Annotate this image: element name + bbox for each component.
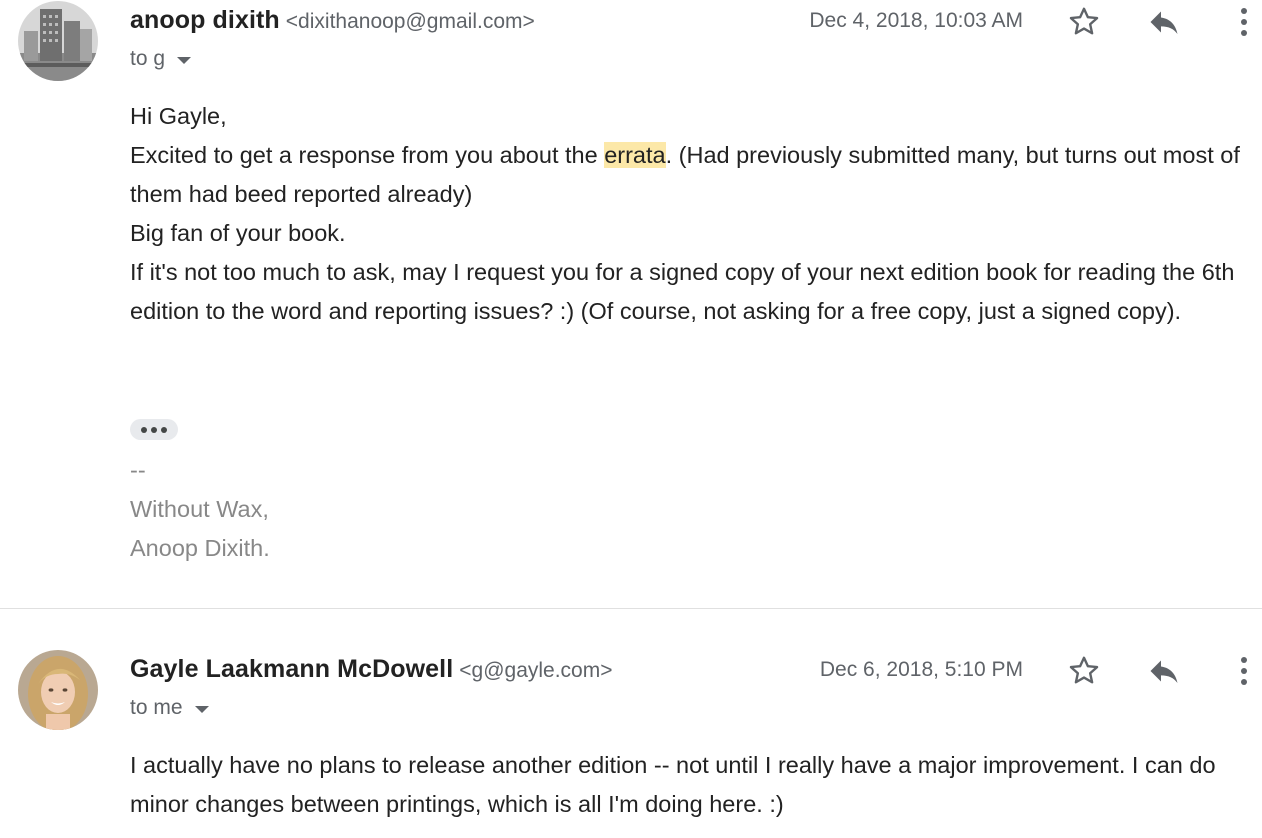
message-date[interactable]: Dec 6, 2018, 5:10 PM xyxy=(820,658,1023,682)
search-highlight: errata xyxy=(604,142,666,168)
recipient-label: to me xyxy=(130,696,183,719)
star-button[interactable] xyxy=(1062,649,1106,693)
recipient-label: to g xyxy=(130,47,166,70)
body-paragraph: Excited to get a response from you about… xyxy=(130,136,1250,214)
body-line: I actually have no plans to release anot… xyxy=(130,752,1216,817)
body-greeting: Hi Gayle, xyxy=(130,103,227,129)
body-line: Big fan of your book. xyxy=(130,220,346,246)
more-vertical-icon xyxy=(1241,657,1247,685)
reply-button[interactable] xyxy=(1142,649,1186,693)
signature-line: Anoop Dixith. xyxy=(130,535,270,561)
signature-line: Without Wax, xyxy=(130,496,269,522)
star-icon xyxy=(1069,7,1099,35)
sender-line: anoop dixith <dixithanoop@gmail.com> xyxy=(130,6,535,35)
sender-email: <dixithanoop@gmail.com> xyxy=(285,10,535,33)
body-text: Excited to get a response from you about… xyxy=(130,142,605,168)
sender-name[interactable]: anoop dixith xyxy=(130,6,280,34)
reply-icon xyxy=(1150,660,1178,683)
sender-avatar[interactable] xyxy=(18,1,98,81)
dot xyxy=(141,426,147,433)
sender-avatar[interactable] xyxy=(18,650,98,730)
sender-line: Gayle Laakmann McDowell <g@gayle.com> xyxy=(130,655,612,684)
recipient-details-toggle[interactable]: to g xyxy=(130,47,192,71)
message-divider xyxy=(0,608,1262,609)
more-vertical-icon xyxy=(1241,8,1247,36)
show-trimmed-content-button[interactable] xyxy=(130,419,178,440)
recipient-details-toggle[interactable]: to me xyxy=(130,696,209,720)
message-body: I actually have no plans to release anot… xyxy=(130,746,1250,824)
chevron-down-icon xyxy=(194,705,209,713)
star-button[interactable] xyxy=(1062,0,1106,44)
body-line: If it's not too much to ask, may I reque… xyxy=(130,259,1235,324)
dot xyxy=(151,426,157,433)
star-icon xyxy=(1069,656,1099,684)
more-options-button[interactable] xyxy=(1222,649,1262,693)
reply-button[interactable] xyxy=(1142,0,1186,44)
signature-dashes: -- xyxy=(130,457,146,483)
message-body: Hi Gayle, Excited to get a response from… xyxy=(130,97,1250,331)
reply-icon xyxy=(1150,11,1178,34)
message-date[interactable]: Dec 4, 2018, 10:03 AM xyxy=(809,9,1023,33)
sender-email: <g@gayle.com> xyxy=(459,659,613,682)
dot xyxy=(161,426,167,433)
more-options-button[interactable] xyxy=(1222,0,1262,44)
email-signature: -- Without Wax, Anoop Dixith. xyxy=(130,451,270,568)
sender-name[interactable]: Gayle Laakmann McDowell xyxy=(130,655,453,683)
chevron-down-icon xyxy=(177,56,192,64)
